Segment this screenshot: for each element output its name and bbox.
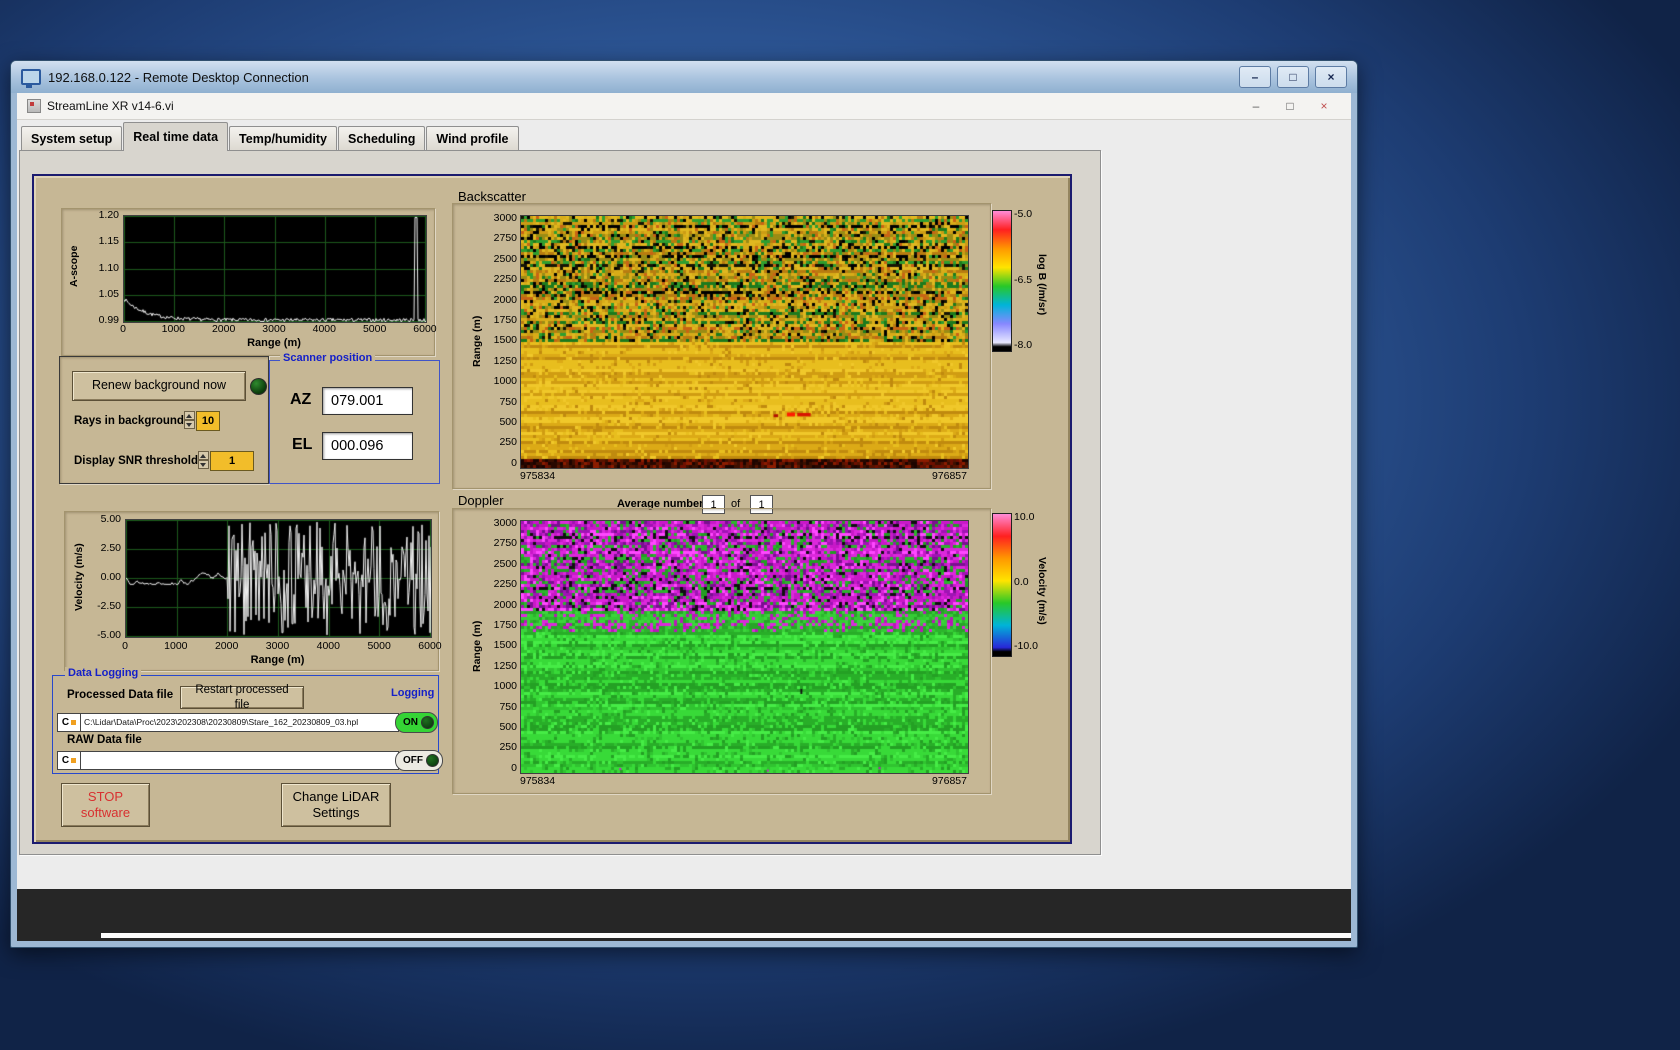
rdp-window: 192.168.0.122 - Remote Desktop Connectio… bbox=[10, 60, 1358, 948]
scanner-position-group: Scanner position AZ 079.001 EL 000.096 bbox=[269, 352, 440, 484]
scanner-position-title: Scanner position bbox=[280, 352, 376, 364]
velocity-y-ticks: 5.00 2.50 0.00 -2.50 -5.00 bbox=[97, 513, 121, 641]
raw-drive-selector[interactable]: C bbox=[57, 751, 81, 770]
backscatter-x-labels: 975834 976857 bbox=[520, 470, 967, 482]
velocity-graph-group: Velocity (m/s) 5.00 2.50 0.00 -2.50 -5.00 01… bbox=[64, 511, 442, 671]
backscatter-graph-group: Range (m) 3000 2750 2500 2250 2000 1750 1500 12… bbox=[452, 203, 991, 489]
renew-background-button[interactable]: Renew background now bbox=[72, 371, 246, 401]
az-label: AZ bbox=[290, 391, 312, 408]
rdp-titlebar: 192.168.0.122 - Remote Desktop Connectio… bbox=[11, 61, 1357, 93]
ascope-y-axis-label: A-scope bbox=[68, 245, 80, 288]
rays-value-field[interactable]: 10 bbox=[196, 411, 220, 431]
processed-drive-selector[interactable]: C bbox=[57, 713, 81, 732]
ascope-x-ticks: 0 1000 2000 3000 4000 5000 6000 bbox=[120, 323, 437, 335]
on-led bbox=[421, 716, 434, 729]
ascope-graph-group: A-scope 1.20 1.15 1.10 1.05 0.99 0 1000 2000 30… bbox=[61, 208, 437, 356]
processed-logging-toggle[interactable]: ON bbox=[395, 712, 438, 733]
rdp-minimize-button[interactable]: – bbox=[1239, 66, 1271, 88]
snr-spinner[interactable] bbox=[198, 451, 209, 469]
ascope-x-axis-label: Range (m) bbox=[247, 337, 301, 349]
processed-path-field[interactable]: C:\Lidar\Data\Proc\2023\202308\20230809\… bbox=[80, 713, 399, 732]
tab-strip: System setup Real time data Temp/humidit… bbox=[19, 119, 1102, 151]
velocity-plot bbox=[125, 519, 432, 638]
tab-temp-humidity[interactable]: Temp/humidity bbox=[229, 126, 338, 150]
doppler-graph-group: Range (m) 3000 2750 2500 2250 2000 1750 1500 12… bbox=[452, 508, 991, 794]
tab-scheduling[interactable]: Scheduling bbox=[338, 126, 426, 150]
ascope-plot bbox=[123, 215, 427, 323]
rdp-title: 192.168.0.122 - Remote Desktop Connectio… bbox=[48, 69, 309, 85]
el-value-field: 000.096 bbox=[322, 432, 413, 460]
backscatter-y-ticks: 3000 2750 2500 2250 2000 1750 1500 1250 1000 750 5… bbox=[493, 212, 517, 469]
tab-wind-profile[interactable]: Wind profile bbox=[426, 126, 519, 150]
change-lidar-settings-button[interactable]: Change LiDAR Settings bbox=[281, 783, 391, 827]
doppler-colorbar-label: Velocity (m/s) bbox=[1036, 557, 1048, 625]
velocity-y-axis-label: Velocity (m/s) bbox=[73, 543, 85, 611]
doppler-colorbar bbox=[992, 513, 1012, 657]
app-title: StreamLine XR v14-6.vi bbox=[47, 99, 174, 113]
app-minimize-button[interactable]: – bbox=[1239, 99, 1273, 113]
vi-icon bbox=[27, 99, 41, 113]
backscatter-title: Backscatter bbox=[458, 189, 526, 204]
doppler-x-labels: 975834 976857 bbox=[520, 775, 967, 787]
desktop-background: 192.168.0.122 - Remote Desktop Connectio… bbox=[0, 0, 1680, 1050]
off-led bbox=[426, 754, 439, 767]
lidar-panel: A-scope 1.20 1.15 1.10 1.05 0.99 0 1000 2000 30… bbox=[32, 174, 1072, 844]
renew-background-led bbox=[250, 378, 267, 395]
background-controls-group: Renew background now Rays in background … bbox=[59, 356, 269, 484]
remote-screen: StreamLine XR v14-6.vi – □ × System setu… bbox=[17, 93, 1351, 941]
processed-data-file-label: Processed Data file bbox=[67, 689, 174, 701]
snr-threshold-label: Display SNR threshold bbox=[74, 455, 198, 467]
logging-label: Logging bbox=[391, 687, 435, 699]
raw-path-field[interactable] bbox=[80, 751, 399, 770]
doppler-heatmap bbox=[520, 520, 969, 774]
rays-in-background-label: Rays in background bbox=[74, 415, 184, 427]
az-value-field: 079.001 bbox=[322, 387, 413, 415]
backscatter-y-axis-label: Range (m) bbox=[471, 315, 483, 367]
velocity-x-ticks: 0 1000 2000 3000 4000 5000 6000 bbox=[122, 640, 442, 652]
ascope-y-ticks: 1.20 1.15 1.10 1.05 0.99 bbox=[98, 209, 119, 326]
tab-real-time-data[interactable]: Real time data bbox=[123, 122, 229, 151]
doppler-y-ticks: 3000 2750 2500 2250 2000 1750 1500 1250 1000 750 5… bbox=[493, 517, 517, 774]
rays-spinner[interactable] bbox=[184, 411, 195, 429]
backscatter-colorbar-label: log B (/m/sr) bbox=[1036, 254, 1048, 316]
remote-desktop-icon bbox=[21, 69, 41, 88]
app-titlebar: StreamLine XR v14-6.vi – □ × bbox=[17, 93, 1351, 120]
taskbar-edge-strip bbox=[101, 933, 1351, 938]
data-logging-title: Data Logging bbox=[65, 667, 142, 679]
data-logging-group: Data Logging Processed Data file Restart… bbox=[52, 667, 443, 774]
doppler-title: Doppler bbox=[458, 493, 504, 508]
backscatter-heatmap bbox=[520, 215, 969, 469]
backscatter-colorbar bbox=[992, 210, 1012, 352]
snr-value-field[interactable]: 1 bbox=[210, 451, 254, 471]
restart-processed-file-button[interactable]: Restart processed file bbox=[180, 684, 304, 711]
app-restore-button[interactable]: □ bbox=[1273, 99, 1307, 113]
doppler-y-axis-label: Range (m) bbox=[471, 620, 483, 672]
raw-logging-toggle[interactable]: OFF bbox=[395, 750, 443, 771]
rdp-maximize-button[interactable]: □ bbox=[1277, 66, 1309, 88]
el-label: EL bbox=[292, 436, 313, 453]
tab-page-body: A-scope 1.20 1.15 1.10 1.05 0.99 0 1000 2000 30… bbox=[19, 150, 1101, 855]
velocity-x-axis-label: Range (m) bbox=[250, 654, 305, 666]
tab-system-setup[interactable]: System setup bbox=[21, 126, 123, 150]
rdp-close-button[interactable]: × bbox=[1315, 66, 1347, 88]
app-close-button[interactable]: × bbox=[1307, 99, 1341, 113]
stop-software-button[interactable]: STOP software bbox=[61, 783, 150, 827]
raw-data-file-label: RAW Data file bbox=[67, 734, 142, 746]
